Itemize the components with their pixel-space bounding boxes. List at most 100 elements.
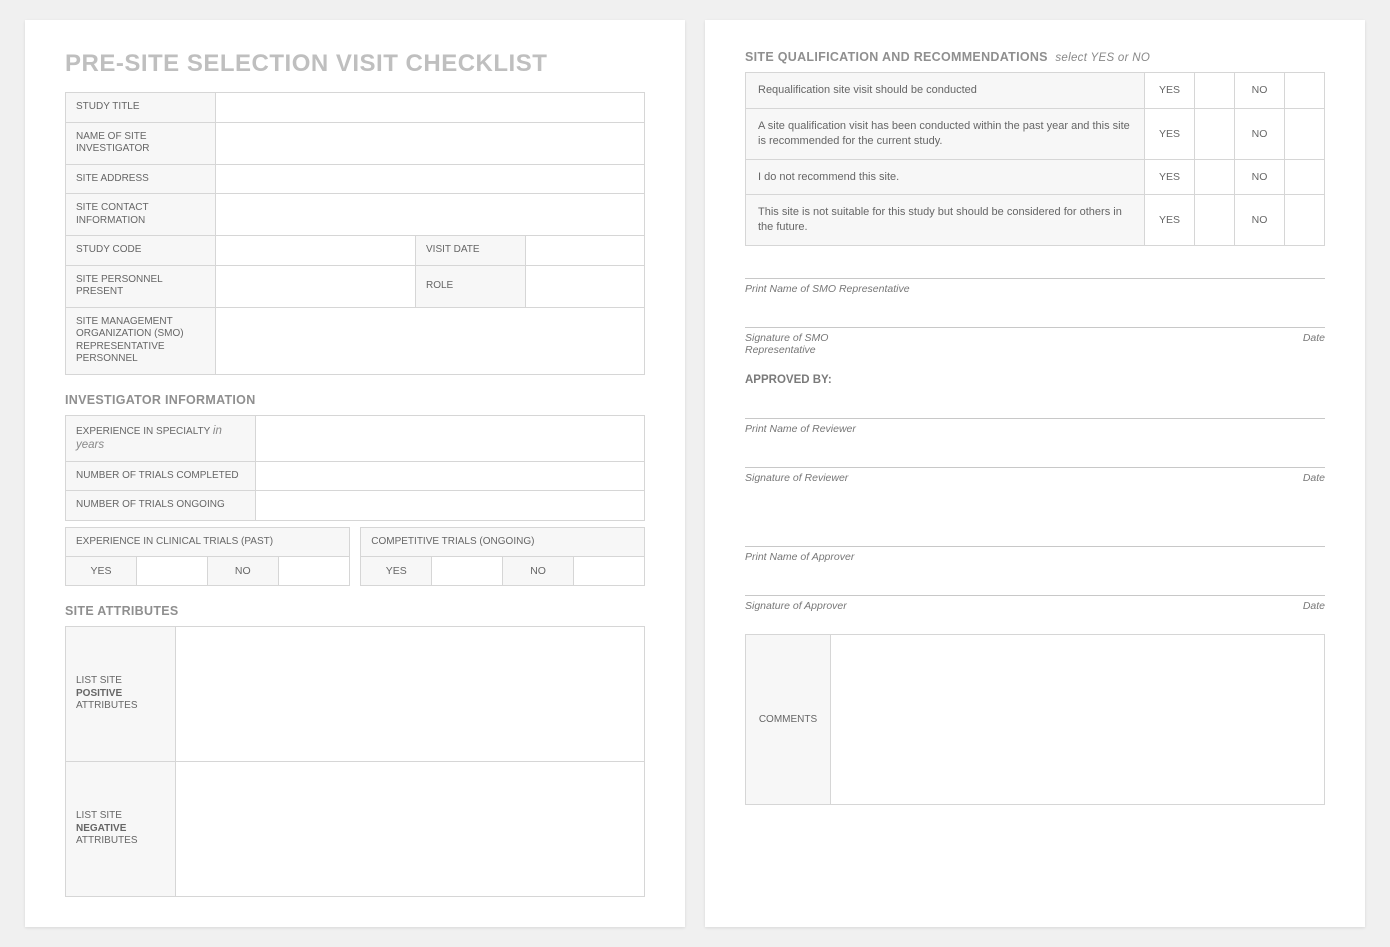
qual-stmt-1: A site qualification visit has been cond… [746, 108, 1145, 159]
qual-no-label-3: NO [1235, 195, 1285, 246]
document-pages: PRE-SITE SELECTION VISIT CHECKLIST STUDY… [20, 20, 1370, 927]
checkbox-past-yes[interactable] [136, 557, 207, 586]
field-role[interactable] [526, 265, 645, 307]
negative-line2: NEGATIVE [76, 823, 126, 834]
heading-site-qualification: SITE QUALIFICATION AND RECOMMENDATIONS s… [745, 50, 1325, 64]
qual-yes-box-0[interactable] [1195, 73, 1235, 109]
smo-date-label: Date [1303, 332, 1325, 356]
label-past-yes: YES [66, 557, 137, 586]
qual-no-box-2[interactable] [1285, 159, 1325, 195]
label-study-title: STUDY TITLE [66, 93, 216, 123]
qual-yes-box-2[interactable] [1195, 159, 1235, 195]
heading-qual-hint: select YES or NO [1055, 52, 1150, 64]
positive-line2: POSITIVE [76, 688, 122, 699]
reviewer-print-label: Print Name of Reviewer [745, 423, 856, 435]
comments-section: COMMENTS [745, 634, 1325, 805]
heading-qual-text: SITE QUALIFICATION AND RECOMMENDATIONS [745, 50, 1048, 64]
qual-no-label-2: NO [1235, 159, 1285, 195]
signature-block: Print Name of SMO Representative Signatu… [745, 278, 1325, 612]
field-study-title[interactable] [216, 93, 645, 123]
label-competitive-ongoing: COMPETITIVE TRIALS (ONGOING) [361, 527, 645, 557]
qual-row-0: Requalification site visit should be con… [746, 73, 1325, 109]
attributes-table: LIST SITE POSITIVE ATTRIBUTES LIST SITE … [65, 626, 645, 897]
field-visit-date[interactable] [526, 236, 645, 266]
label-experience-specialty: EXPERIENCE IN SPECIALTY in years [66, 415, 256, 461]
label-past-no: NO [207, 557, 278, 586]
label-site-contact: SITE CONTACT INFORMATION [66, 194, 216, 236]
sigline-approver-sign: Signature of Approver Date [745, 595, 1325, 612]
label-ongoing-no: NO [503, 557, 574, 586]
smo-sign-label: Signature of SMO Representative [745, 332, 897, 356]
qualification-table: Requalification site visit should be con… [745, 72, 1325, 246]
heading-site-attributes: SITE ATTRIBUTES [65, 604, 645, 618]
sigline-approver-print: Print Name of Approver [745, 546, 1325, 563]
label-study-code: STUDY CODE [66, 236, 216, 266]
approver-print-label: Print Name of Approver [745, 551, 854, 563]
label-role: ROLE [416, 265, 526, 307]
label-clinical-past: EXPERIENCE IN CLINICAL TRIALS (PAST) [66, 527, 350, 557]
field-trials-completed[interactable] [256, 461, 645, 491]
approver-sign-label: Signature of Approver [745, 600, 847, 612]
field-investigator-name[interactable] [216, 122, 645, 164]
checkbox-ongoing-yes[interactable] [432, 557, 503, 586]
field-negative-attributes[interactable] [176, 762, 645, 897]
qual-yes-box-3[interactable] [1195, 195, 1235, 246]
field-site-address[interactable] [216, 164, 645, 194]
qual-yes-label-2: YES [1145, 159, 1195, 195]
sigline-smo-sign: Signature of SMO Representative Date [745, 327, 1325, 356]
checkbox-ongoing-no[interactable] [574, 557, 645, 586]
label-personnel-present: SITE PERSONNEL PRESENT [66, 265, 216, 307]
sigline-reviewer-print: Print Name of Reviewer [745, 418, 1325, 435]
qual-yes-box-1[interactable] [1195, 108, 1235, 159]
qual-yes-label-1: YES [1145, 108, 1195, 159]
qual-row-2: I do not recommend this site. YES NO [746, 159, 1325, 195]
approved-by-heading: APPROVED BY: [745, 374, 1325, 386]
label-visit-date: VISIT DATE [416, 236, 526, 266]
approver-date-label: Date [1303, 600, 1325, 612]
qual-no-box-3[interactable] [1285, 195, 1325, 246]
label-ongoing-yes: YES [361, 557, 432, 586]
field-experience-specialty[interactable] [256, 415, 645, 461]
negative-line3: ATTRIBUTES [76, 835, 137, 846]
label-positive-attributes: LIST SITE POSITIVE ATTRIBUTES [66, 627, 176, 762]
label-negative-attributes: LIST SITE NEGATIVE ATTRIBUTES [66, 762, 176, 897]
positive-line3: ATTRIBUTES [76, 700, 137, 711]
sigline-reviewer-sign: Signature of Reviewer Date [745, 467, 1325, 484]
label-site-address: SITE ADDRESS [66, 164, 216, 194]
qual-no-box-0[interactable] [1285, 73, 1325, 109]
checkbox-past-no[interactable] [278, 557, 349, 586]
qual-no-box-1[interactable] [1285, 108, 1325, 159]
qual-row-3: This site is not suitable for this study… [746, 195, 1325, 246]
field-smo-rep[interactable] [216, 307, 645, 374]
label-trials-completed: NUMBER OF TRIALS COMPLETED [66, 461, 256, 491]
page-2: SITE QUALIFICATION AND RECOMMENDATIONS s… [705, 20, 1365, 927]
smo-print-label: Print Name of SMO Representative [745, 283, 910, 295]
label-trials-ongoing: NUMBER OF TRIALS ONGOING [66, 491, 256, 521]
trials-yesno-table: EXPERIENCE IN CLINICAL TRIALS (PAST) COM… [65, 527, 645, 587]
qual-stmt-2: I do not recommend this site. [746, 159, 1145, 195]
field-site-contact[interactable] [216, 194, 645, 236]
basic-info-table: STUDY TITLE NAME OF SITE INVESTIGATOR SI… [65, 92, 645, 375]
qual-no-label-1: NO [1235, 108, 1285, 159]
qual-no-label-0: NO [1235, 73, 1285, 109]
heading-investigator-info: INVESTIGATOR INFORMATION [65, 393, 645, 407]
qual-yes-label-0: YES [1145, 73, 1195, 109]
qual-stmt-3: This site is not suitable for this study… [746, 195, 1145, 246]
label-investigator-name: NAME OF SITE INVESTIGATOR [66, 122, 216, 164]
field-positive-attributes[interactable] [176, 627, 645, 762]
reviewer-date-label: Date [1303, 472, 1325, 484]
positive-line1: LIST SITE [76, 675, 122, 686]
comments-field[interactable] [831, 635, 1325, 805]
qual-yes-label-3: YES [1145, 195, 1195, 246]
sigline-smo-print: Print Name of SMO Representative [745, 278, 1325, 295]
negative-line1: LIST SITE [76, 810, 122, 821]
investigator-table: EXPERIENCE IN SPECIALTY in years NUMBER … [65, 415, 645, 521]
page-title: PRE-SITE SELECTION VISIT CHECKLIST [65, 50, 645, 78]
field-study-code[interactable] [216, 236, 416, 266]
field-trials-ongoing[interactable] [256, 491, 645, 521]
comments-label: COMMENTS [746, 635, 831, 805]
comments-table: COMMENTS [745, 634, 1325, 805]
label-smo-rep: SITE MANAGEMENT ORGANIZATION (SMO) REPRE… [66, 307, 216, 374]
field-personnel-present[interactable] [216, 265, 416, 307]
qual-stmt-0: Requalification site visit should be con… [746, 73, 1145, 109]
